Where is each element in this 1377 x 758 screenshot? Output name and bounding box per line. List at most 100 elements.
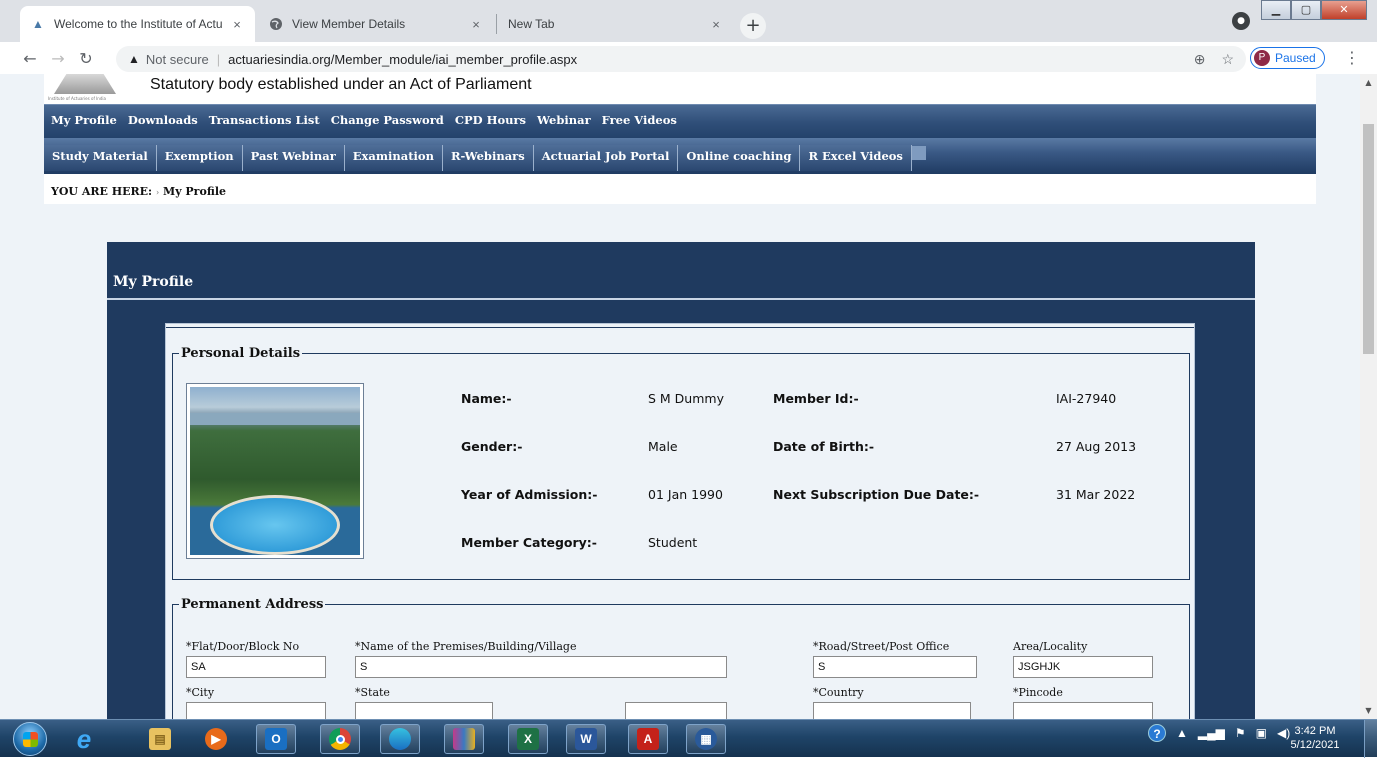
flat-label: *Flat/Door/Block No [186,640,300,653]
word-icon[interactable]: W [566,724,606,754]
panel-divider [107,298,1255,300]
profile-content: Personal Details Name:- S M Dummy Member… [165,323,1195,719]
menu-cpd-hours[interactable]: CPD Hours [455,113,526,127]
file-explorer-icon[interactable]: ▤ [140,724,180,754]
tab-title: Welcome to the Institute of Actu [54,17,223,31]
city-label: *City [186,686,215,699]
bookmark-star-icon[interactable]: ☆ [1221,51,1234,68]
forward-arrow-icon[interactable]: → [44,49,72,68]
internet-explorer-icon[interactable]: e [64,724,104,754]
breadcrumb-arrow-icon: › [155,187,160,197]
road-input[interactable]: S [813,656,977,678]
security-status[interactable]: Not secure [146,52,209,67]
menu-change-password[interactable]: Change Password [331,113,444,127]
address-bar[interactable]: ▲ Not secure | actuariesindia.org/Member… [116,46,1246,72]
country-select[interactable] [813,702,971,719]
new-tab-button[interactable]: + [740,13,766,39]
menu-examination[interactable]: Examination [344,145,443,171]
tab-new-tab[interactable]: New Tab × [498,6,734,42]
menu-transactions-list[interactable]: Transactions List [209,113,320,127]
chrome-account-icon[interactable]: ● [1232,12,1250,30]
admission-value: 01 Jan 1990 [648,487,723,502]
panel-title: My Profile [113,274,194,290]
media-player-icon[interactable]: ▶ [196,724,236,754]
show-desktop-button[interactable] [1364,720,1377,758]
menu-study-material[interactable]: Study Material [44,145,157,171]
help-icon[interactable]: ? [1148,724,1166,742]
menu-free-videos[interactable]: Free Videos [602,113,677,127]
road-label: *Road/Street/Post Office [813,640,950,653]
breadcrumb-prefix: YOU ARE HERE: [51,185,153,198]
close-window-button[interactable]: ✕ [1321,0,1367,20]
excel-icon[interactable]: X [508,724,548,754]
area-label: Area/Locality [1013,640,1088,653]
zoom-icon[interactable]: ⊕ [1194,51,1206,68]
state-other-input[interactable] [625,702,727,719]
show-hidden-icons-icon[interactable]: ▲ [1176,726,1188,740]
menu-online-coaching[interactable]: Online coaching [678,145,801,171]
iai-logo-icon: ▲ [32,17,44,31]
acrobat-icon[interactable]: A [628,724,668,754]
lake-shape [190,413,360,425]
windows-taskbar: e ▤ ▶ O X W A ▦ ? ▲ ▂▄▆ ⚑ ▣ ◀) 3:42 PM 5… [0,719,1377,758]
outlook-icon[interactable]: O [256,724,296,754]
reload-icon[interactable]: ↻ [72,49,100,68]
scroll-up-icon[interactable]: ▲ [1360,74,1377,91]
system-tray: ? ▲ ▂▄▆ ⚑ ▣ ◀) [1148,724,1290,742]
menu-exemption[interactable]: Exemption [156,145,243,171]
menu-past-webinar[interactable]: Past Webinar [242,145,345,171]
scroll-down-icon[interactable]: ▼ [1360,702,1377,719]
close-tab-icon[interactable]: × [229,17,245,32]
menu-downloads[interactable]: Downloads [128,113,198,127]
close-tab-icon[interactable]: × [708,17,724,32]
menu-my-profile[interactable]: My Profile [51,113,117,127]
pincode-input[interactable] [1013,702,1153,719]
start-button[interactable] [13,722,47,756]
personal-details-section: Personal Details Name:- S M Dummy Member… [172,346,1190,580]
back-arrow-icon[interactable]: ← [16,49,44,68]
edge-icon[interactable] [380,724,420,754]
menu-r-excel-videos[interactable]: R Excel Videos [800,145,912,171]
close-tab-icon[interactable]: × [468,17,484,32]
profile-panel: My Profile Personal Details Name:- S M D… [107,242,1255,719]
site-container: Institute of Actuaries of India Statutor… [44,74,1316,719]
area-input[interactable]: JSGHJK [1013,656,1153,678]
breadcrumb-current: My Profile [163,185,226,198]
category-label: Member Category:- [461,535,597,550]
volume-icon[interactable]: ◀) [1277,726,1290,740]
winrar-icon[interactable] [444,724,484,754]
chrome-icon[interactable] [320,724,360,754]
page-viewport: Institute of Actuaries of India Statutor… [0,74,1360,719]
menu-webinar[interactable]: Webinar [537,113,591,127]
scroll-thumb[interactable] [1363,124,1374,354]
premises-input[interactable]: S [355,656,727,678]
maximize-button[interactable]: ▢ [1291,0,1321,20]
menu-end-cap [911,146,926,160]
gender-value: Male [648,439,678,454]
taskbar-clock[interactable]: 3:42 PM 5/12/2021 [1290,724,1340,752]
minimize-button[interactable]: ▁ [1261,0,1291,20]
primary-menu: My Profile Downloads Transactions List C… [44,104,1316,138]
action-center-flag-icon[interactable]: ⚑ [1235,726,1246,740]
tab-view-member-details[interactable]: View Member Details × [258,6,494,42]
flat-input[interactable]: SA [186,656,326,678]
network-icon[interactable]: ▣ [1256,726,1267,740]
member-id-value: IAI-27940 [1056,391,1117,406]
chrome-menu-icon[interactable]: ⋮ [1344,48,1360,67]
state-select[interactable] [355,702,493,719]
profile-paused-button[interactable]: P Paused [1250,47,1325,69]
signal-icon[interactable]: ▂▄▆ [1198,726,1225,740]
city-input[interactable] [186,702,326,719]
logo-caption: Institute of Actuaries of India [48,96,106,101]
tab-welcome[interactable]: ▲ Welcome to the Institute of Actu × [20,6,255,42]
menu-actuarial-job-portal[interactable]: Actuarial Job Portal [533,145,679,171]
page-scrollbar[interactable]: ▲ ▼ [1360,74,1377,719]
due-date-label: Next Subscription Due Date:- [773,487,980,502]
logo-mark [54,74,116,94]
iai-logo[interactable]: Institute of Actuaries of India [48,74,138,104]
site-header: Institute of Actuaries of India Statutor… [44,74,1316,104]
menu-r-webinars[interactable]: R-Webinars [442,145,534,171]
state-label: *State [355,686,390,699]
app-icon[interactable]: ▦ [686,724,726,754]
personal-details-legend: Personal Details [181,346,301,361]
